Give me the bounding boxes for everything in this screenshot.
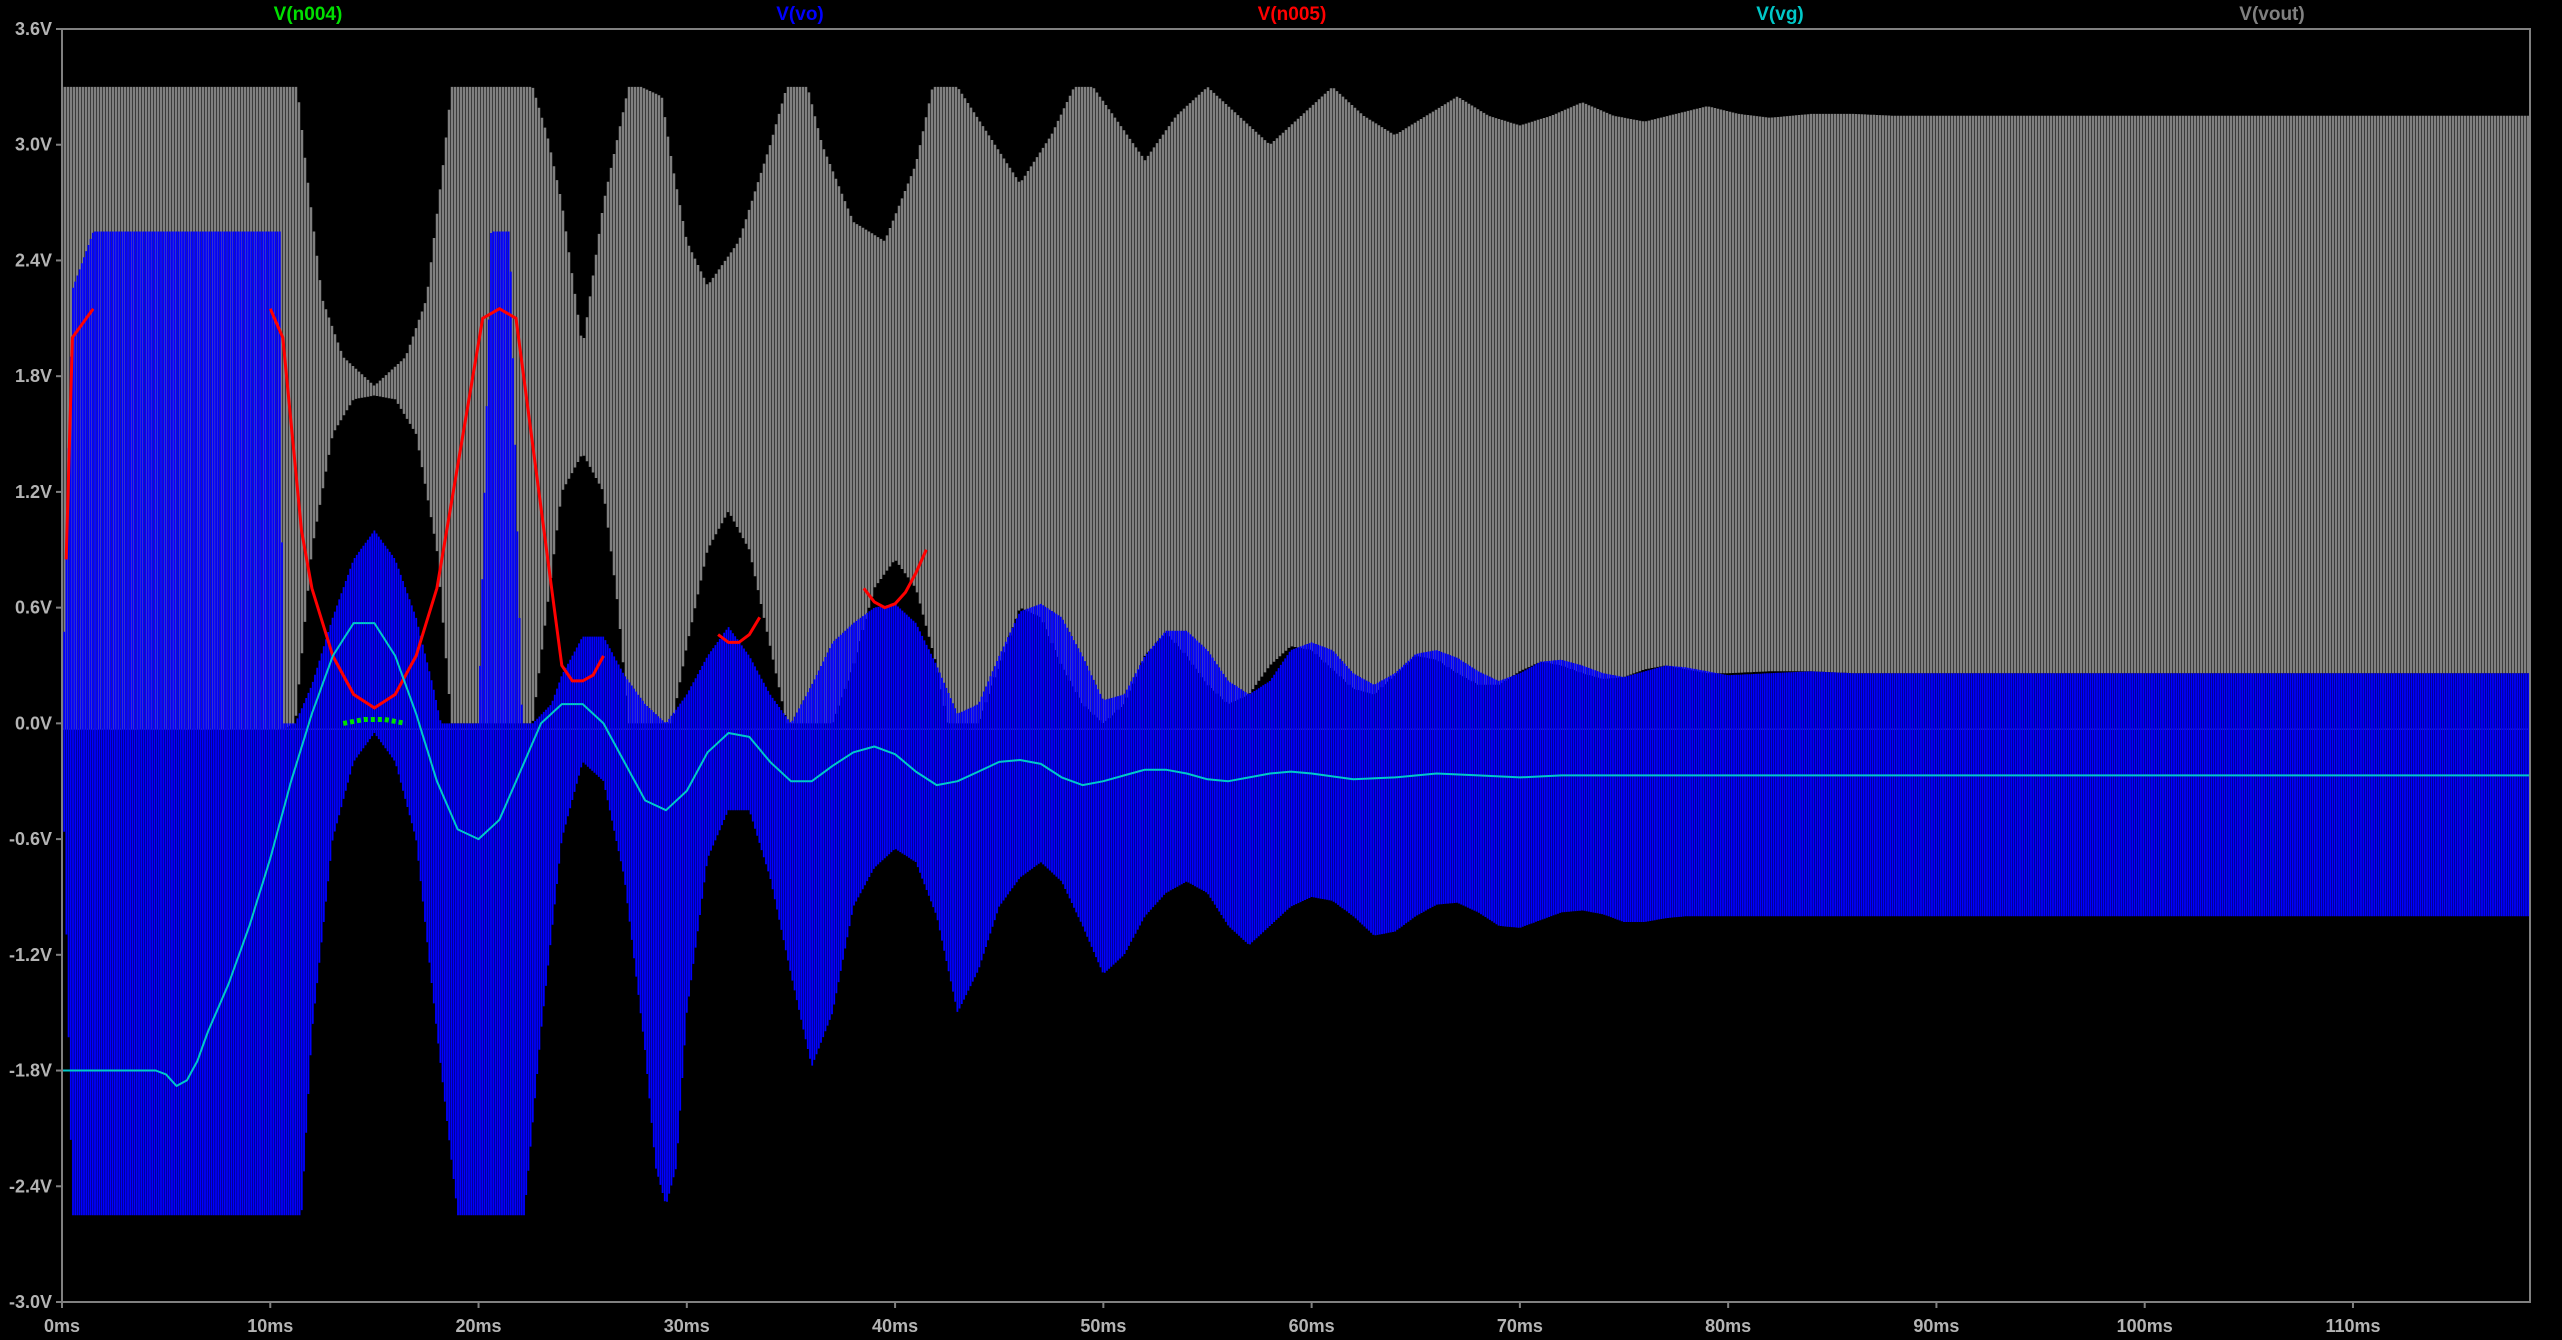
x-tick-label: 30ms [664,1316,710,1336]
y-tick-label: -1.2V [9,945,52,965]
legend-entry[interactable]: V(vg) [1756,4,1804,25]
y-tick-label: 0.6V [15,598,52,618]
x-tick-label: 60ms [1289,1316,1335,1336]
y-tick-label: -2.4V [9,1176,52,1196]
legend-entry[interactable]: V(vo) [776,4,824,25]
y-tick-label: -1.8V [9,1061,52,1081]
waveform-plot[interactable]: 3.6V 3.0V 2.4V 1.8V 1.2V 0.6V 0.0V -0.6V -1.2V -1… [0,0,2562,1340]
x-tick-label: 70ms [1497,1316,1543,1336]
x-tick-label: 80ms [1705,1316,1751,1336]
legend-entry[interactable]: V(n004) [274,4,343,25]
y-tick-label: 2.4V [15,250,52,270]
y-tick-label: 1.8V [15,366,52,386]
y-tick-label: -0.6V [9,829,52,849]
y-tick-label: 3.6V [15,19,52,39]
x-tick-label: 90ms [1913,1316,1959,1336]
y-tick-label: 3.0V [15,135,52,155]
x-tick-label: 100ms [2117,1316,2173,1336]
x-tick-label: 20ms [456,1316,502,1336]
legend-entry[interactable]: V(vout) [2239,4,2304,25]
x-tick-label: 40ms [872,1316,918,1336]
y-tick-label: 0.0V [15,713,52,733]
y-tick-label: -3.0V [9,1292,52,1312]
y-tick-label: 1.2V [15,482,52,502]
x-tick-label: 10ms [247,1316,293,1336]
legend-entry[interactable]: V(n005) [1258,4,1327,25]
x-tick-label: 0ms [44,1316,80,1336]
x-tick-label: 110ms [2325,1316,2380,1336]
x-tick-label: 50ms [1080,1316,1126,1336]
